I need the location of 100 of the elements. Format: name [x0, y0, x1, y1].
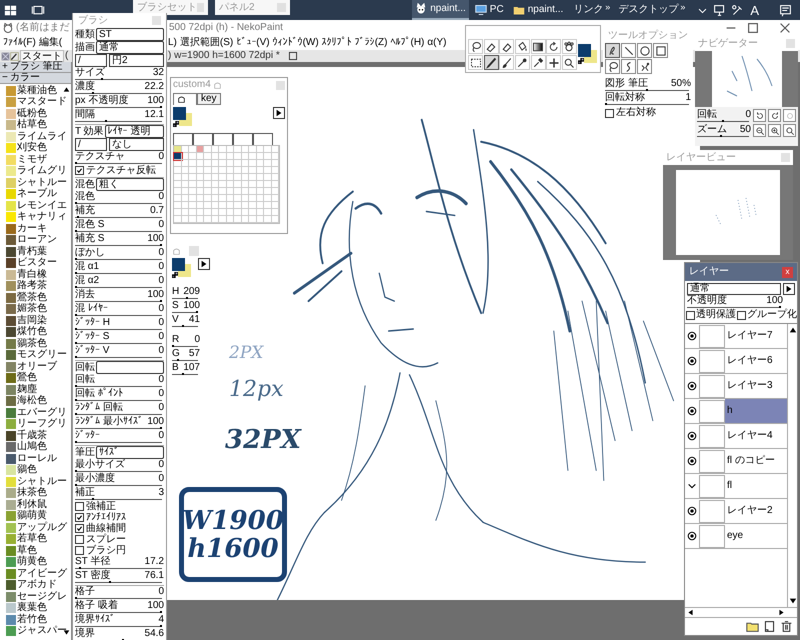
- menu-item[interactable]: ﾋﾞｭｰ(V): [236, 38, 270, 48]
- slider-value: 0: [158, 191, 164, 202]
- layer-row[interactable]: eye: [685, 524, 787, 549]
- document-tab[interactable]: スタート: [20, 50, 64, 62]
- slider-value: 4: [158, 614, 164, 625]
- color-name[interactable]: 鶯色: [17, 373, 37, 384]
- menu-item[interactable]: 選択範囲(S): [180, 38, 234, 48]
- color-name[interactable]: 若草色: [17, 534, 47, 544]
- menu-item[interactable]: ﾌﾞﾗｼ(Z): [354, 38, 388, 48]
- menu-item[interactable]: α(Y): [427, 38, 446, 48]
- layer-row[interactable]: レイヤー4: [685, 424, 787, 449]
- palette-tab[interactable]: key: [197, 93, 221, 105]
- select-field[interactable]: 通常: [96, 41, 164, 54]
- color-name[interactable]: カーキ: [17, 224, 47, 234]
- color-name[interactable]: 菜種油色: [17, 86, 57, 96]
- slider-label: V: [172, 314, 179, 325]
- color-name[interactable]: 抹茶色: [17, 488, 47, 498]
- color-name[interactable]: アボカド: [17, 580, 57, 590]
- taskbar-window-button[interactable]: npaint...: [412, 0, 469, 20]
- menu-item[interactable]: 編集(: [38, 38, 62, 48]
- color-name[interactable]: ミモザ: [17, 154, 47, 165]
- color-name[interactable]: 若竹色: [17, 614, 47, 625]
- select-field[interactable]: なし: [109, 138, 164, 151]
- color-name[interactable]: 媚茶色: [17, 304, 47, 314]
- layer-row[interactable]: h: [685, 399, 787, 424]
- slider-label: 回転: [697, 109, 717, 120]
- select-field[interactable]: ﾚｲﾔｰ 透明: [104, 125, 164, 138]
- menu-item[interactable]: ﾍﾙﾌﾟ(H): [390, 38, 424, 48]
- taskbar-toolbar-link[interactable]: デスクトップ »: [614, 0, 690, 20]
- color-name[interactable]: 草色: [17, 546, 37, 556]
- color-name[interactable]: 鶸萌黄: [17, 511, 47, 522]
- color-name[interactable]: 鶸色: [17, 465, 37, 476]
- layer-row[interactable]: レイヤー7: [685, 324, 787, 349]
- slider-label: 最小サイズ: [75, 459, 125, 470]
- color-name[interactable]: 萌黄色: [17, 557, 47, 568]
- layer-row[interactable]: レイヤー6: [685, 349, 787, 374]
- color-name[interactable]: ビスター: [17, 258, 57, 268]
- color-name[interactable]: 刈安色: [17, 143, 47, 154]
- color-name[interactable]: 千歳茶: [17, 430, 47, 441]
- color-name[interactable]: 青白橡: [17, 270, 47, 280]
- slider-label: 不透明度: [687, 295, 727, 306]
- menu-item[interactable]: ﾌｧｲﾙ(F): [3, 38, 36, 48]
- input-method-indicator[interactable]: A: [750, 4, 759, 16]
- color-name[interactable]: 煤竹色: [17, 327, 47, 338]
- color-name[interactable]: シャトルー: [17, 178, 67, 188]
- color-name[interactable]: モスグリー: [17, 350, 67, 360]
- menu-item[interactable]: ｳｨﾝﾄﾞｳ(W): [272, 38, 319, 48]
- select-field[interactable]: ｻｲｽﾞ: [96, 446, 164, 459]
- dock-section-header[interactable]: + ブラシ 筆圧: [0, 62, 71, 73]
- color-name[interactable]: ライムライ: [17, 132, 67, 142]
- checkbox-label: ブラシ円: [86, 546, 126, 556]
- dock-section-header[interactable]: − カラー: [0, 73, 71, 84]
- select-field[interactable]: /: [75, 138, 107, 151]
- color-name[interactable]: アップルグ: [17, 522, 67, 533]
- color-name[interactable]: マスタード: [17, 97, 67, 108]
- color-name[interactable]: 海松色: [17, 396, 47, 406]
- color-name[interactable]: 山鳩色: [17, 442, 47, 452]
- color-name[interactable]: オリーブ: [17, 362, 57, 372]
- color-name[interactable]: ジャスパー: [17, 626, 67, 636]
- taskbar-window-button[interactable]: npaint...: [510, 0, 566, 20]
- color-name[interactable]: エバーグリ: [17, 408, 67, 418]
- select-field[interactable]: /: [75, 54, 107, 67]
- menu-item[interactable]: L): [168, 38, 177, 48]
- color-name[interactable]: 枯草色: [17, 120, 47, 130]
- color-name[interactable]: 吉岡染: [17, 316, 47, 326]
- menu-item[interactable]: ｽｸﾘﾌﾟﾄ: [322, 38, 352, 48]
- color-name[interactable]: 裏葉色: [17, 603, 47, 614]
- color-name[interactable]: 青朽葉: [17, 246, 47, 257]
- color-name[interactable]: レモンイエ: [17, 200, 67, 211]
- color-name[interactable]: 利休鼠: [17, 500, 47, 510]
- color-name[interactable]: 路考茶: [17, 281, 47, 292]
- select-field[interactable]: ST: [96, 28, 164, 41]
- color-name[interactable]: 砥粉色: [17, 108, 47, 119]
- taskbar-window-button[interactable]: PC: [472, 0, 507, 20]
- layer-row[interactable]: fl: [685, 474, 787, 499]
- handwritten-note: 12px: [229, 379, 284, 401]
- layer-row[interactable]: fl のコピー: [685, 449, 787, 474]
- color-name[interactable]: キャナリィ: [17, 212, 67, 222]
- select-field[interactable]: 粗く: [96, 178, 164, 191]
- color-name[interactable]: セージグレ: [17, 592, 67, 602]
- color-name[interactable]: ネーブル: [17, 189, 57, 200]
- color-name[interactable]: 鶯茶色: [17, 292, 47, 303]
- document-tab-title[interactable]: (: [65, 51, 68, 61]
- layer-row[interactable]: レイヤー3: [685, 374, 787, 399]
- document-tab-title[interactable]: ) w=1900 h=1600 72dpi *: [168, 51, 280, 61]
- slider-label: ぼかし: [75, 247, 105, 258]
- color-name[interactable]: ローレル: [17, 454, 57, 464]
- color-name[interactable]: 鶸茶色: [17, 338, 47, 349]
- color-name[interactable]: ローアン: [17, 235, 57, 246]
- color-name[interactable]: アイビーグ: [17, 568, 67, 579]
- layer-row[interactable]: レイヤー2: [685, 499, 787, 524]
- close-button[interactable]: x: [782, 266, 793, 278]
- select-field[interactable]: 円2: [109, 54, 164, 67]
- color-name[interactable]: 麹塵: [17, 384, 37, 395]
- taskbar-toolbar-link[interactable]: リンク »: [569, 0, 614, 20]
- color-name[interactable]: リーフグリ: [17, 419, 67, 430]
- slider-label: 図形 筆圧: [605, 78, 648, 89]
- color-name[interactable]: シャトルー: [17, 476, 67, 487]
- color-name[interactable]: ライムグリ: [17, 166, 67, 176]
- blend-mode-select[interactable]: 通常: [687, 283, 781, 295]
